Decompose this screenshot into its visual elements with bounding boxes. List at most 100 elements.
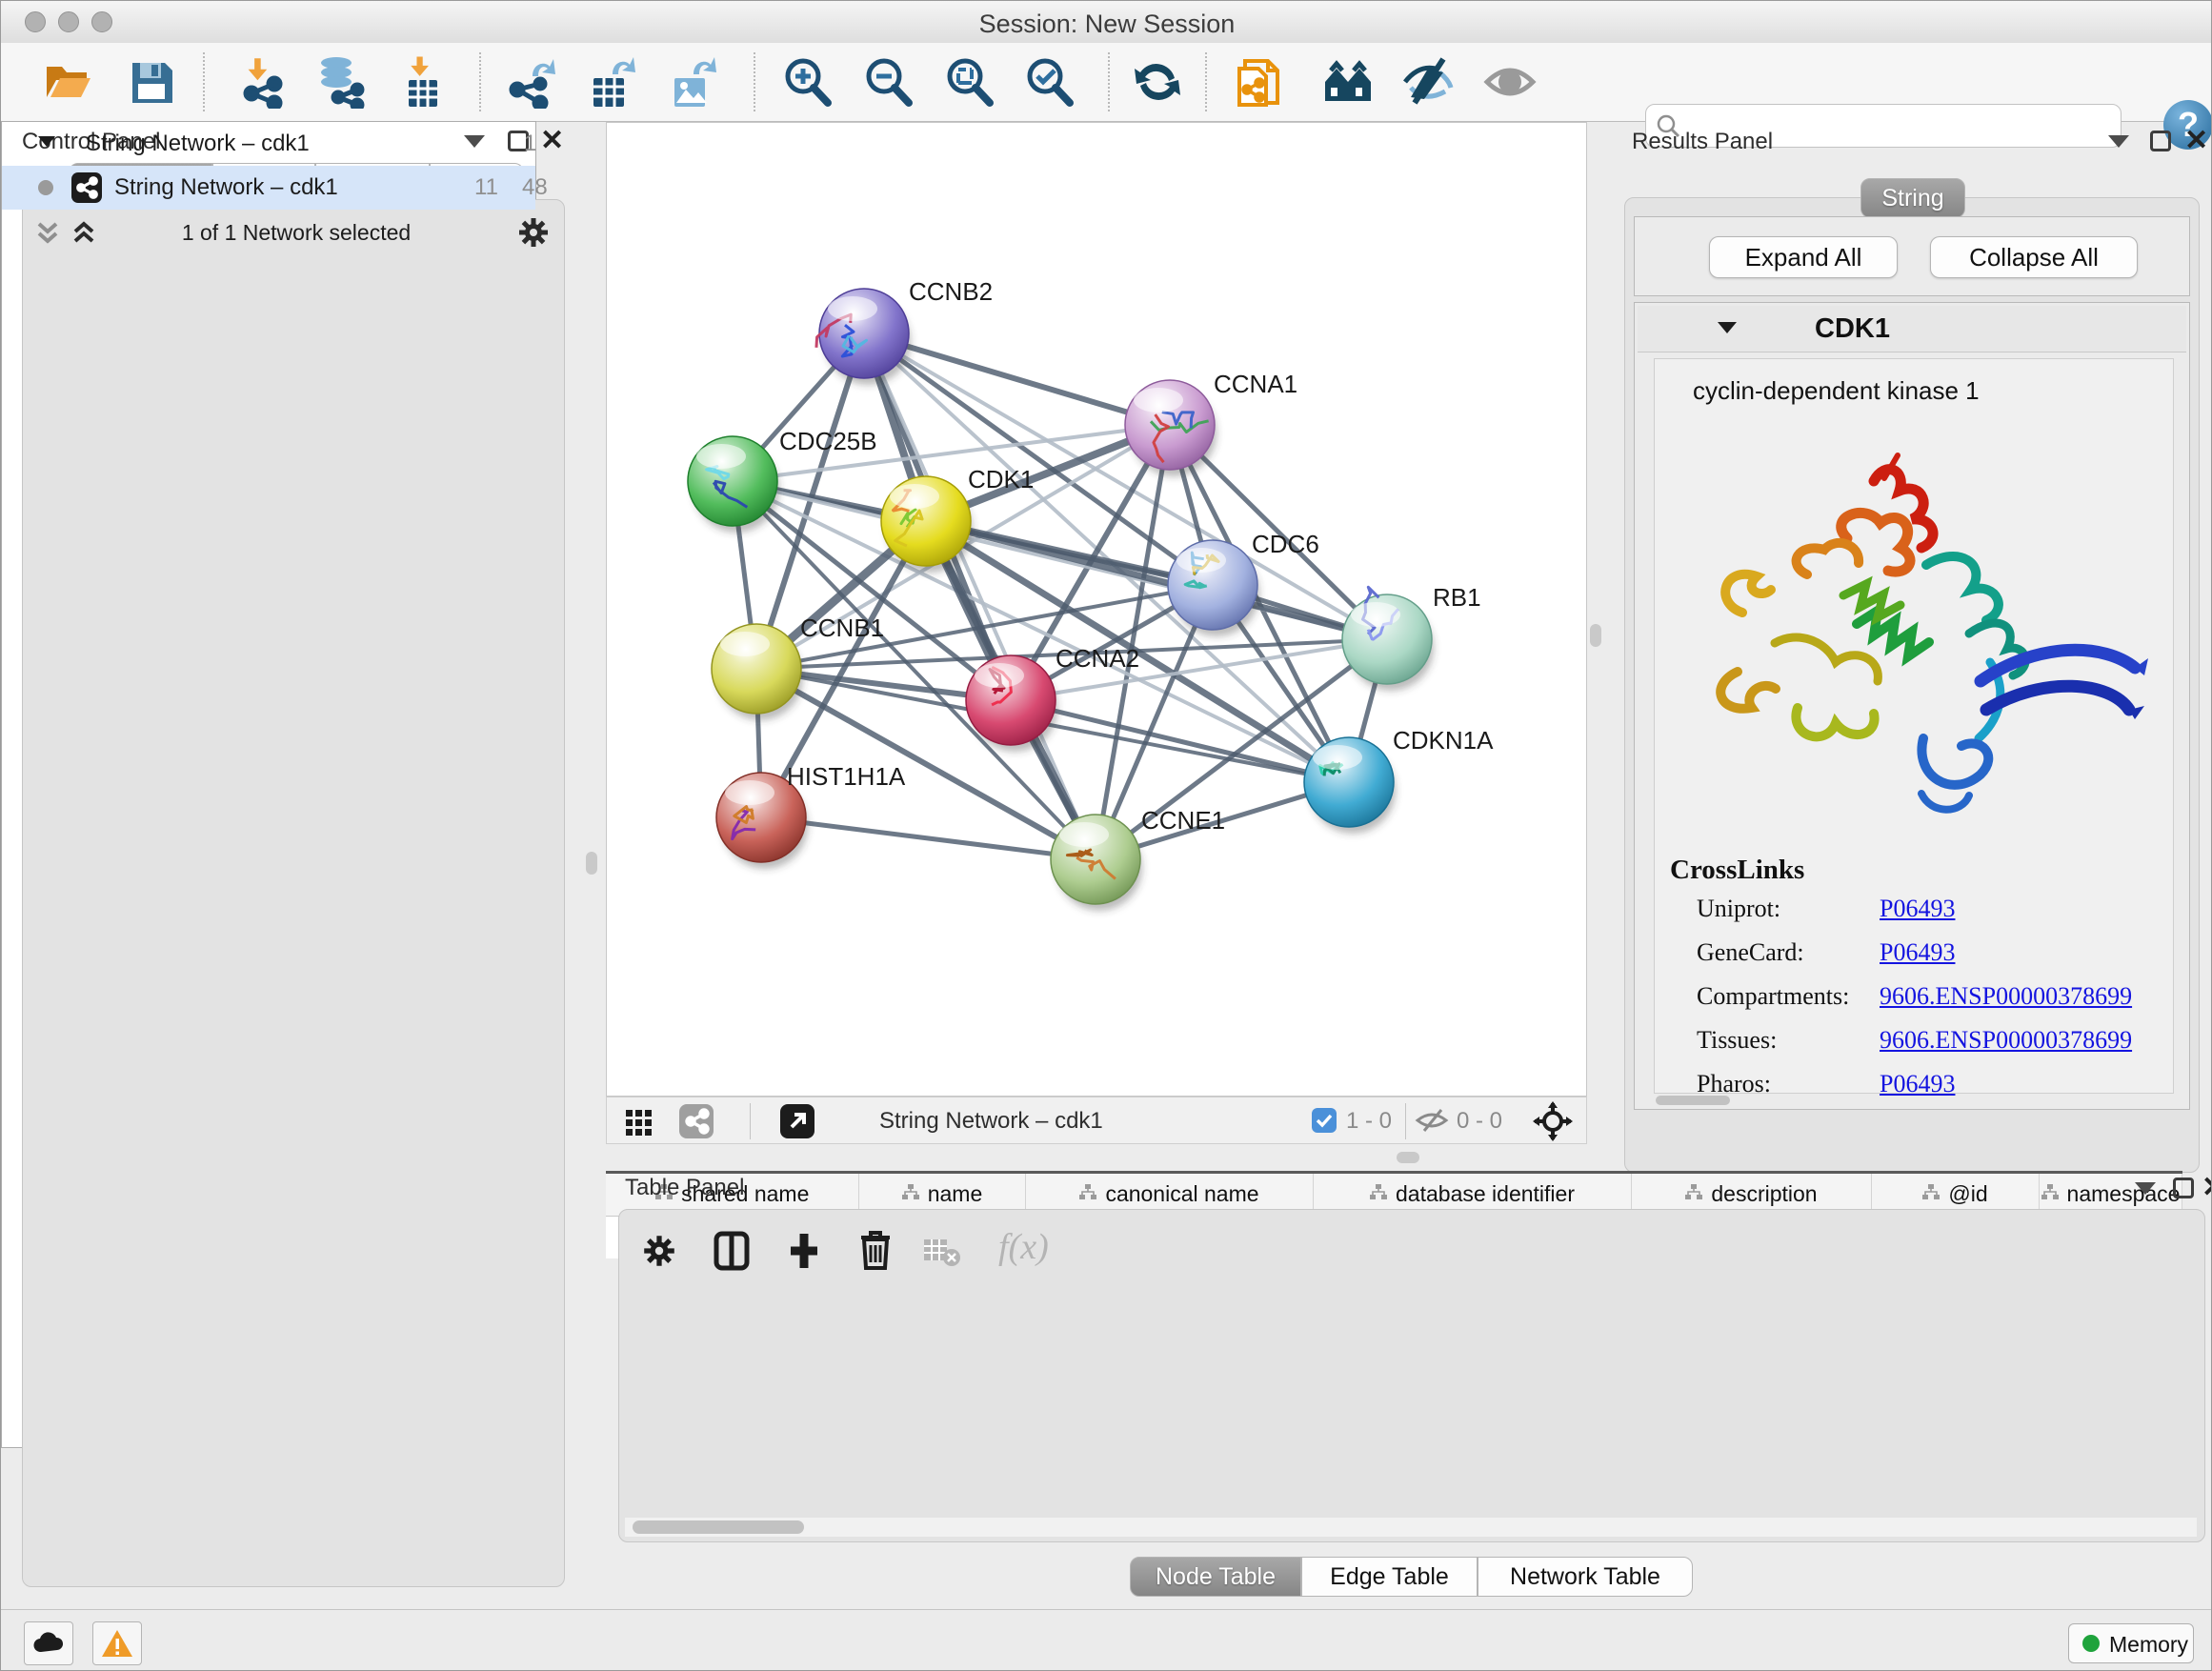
collection-expand-icon[interactable] [38,136,55,147]
expand-all-button[interactable]: Expand All [1709,236,1898,278]
collection-count: 1 [524,131,536,157]
network-node-label: CCNA1 [1214,370,1297,398]
add-column-icon[interactable] [783,1230,825,1277]
table-gear-icon[interactable] [640,1232,678,1275]
export-table-icon[interactable] [584,55,637,109]
table-panel-close-icon[interactable]: ✕ [2202,1178,2212,1198]
gene-header-row[interactable]: CDK1 [1638,306,2186,352]
results-panel-menu-icon[interactable] [2108,135,2129,148]
network-options-gear-icon[interactable] [515,214,552,255]
birdseye-toggle-icon[interactable] [1533,1101,1573,1146]
left-splitter-handle[interactable] [586,852,597,875]
zoom-out-icon[interactable] [861,55,915,109]
open-in-new-window-icon[interactable] [780,1104,814,1138]
network-node-CDC6[interactable]: CDC6 [1168,530,1319,636]
crosslink-tissues-link[interactable]: 9606.ENSP00000378699 [1880,1026,2132,1055]
crosslink-label: Pharos: [1697,1070,1771,1098]
results-hscroll-thumb[interactable] [1656,1096,1730,1105]
network-node-RB1[interactable]: RB1 [1342,583,1481,691]
show-column-icon[interactable] [711,1230,753,1277]
collapse-all-button[interactable]: Collapse All [1930,236,2138,278]
toolbar-separator [203,52,205,111]
network-canvas[interactable]: CCNB2CCNA1CDC25BCDK1CDC6RB1CCNB1CCNA2CDK… [606,122,1587,1097]
export-image-icon[interactable] [665,55,718,109]
crosslinks-title: CrossLinks [1670,855,1804,886]
open-session-icon[interactable] [41,55,94,109]
table-hscroll-thumb[interactable] [633,1520,804,1534]
control-panel: Control Panel ✕ Network Style Select Set… [1,121,592,1609]
new-network-from-selection-icon[interactable] [1236,55,1289,109]
network-share-icon[interactable] [679,1104,714,1138]
zoom-in-icon[interactable] [780,55,834,109]
gene-detail-box: cyclin-dependent kinase 1 [1654,358,2174,1094]
crosslink-label: Compartments: [1697,982,1849,1011]
current-network-dot-icon [38,180,53,195]
main-toolbar: ? [1,43,2212,122]
network-node-CDKN1A[interactable]: CDKN1A [1304,726,1494,834]
network-node-HIST1H1A[interactable]: HIST1H1A [716,762,906,869]
network-row-selected[interactable]: String Network – cdk1 11 48 [2,166,535,210]
network-node-CCNA1[interactable]: CCNA1 [1125,370,1297,476]
network-node-count: 11 [474,174,498,201]
network-view-title: String Network – cdk1 [879,1108,1103,1135]
results-panel-close-icon[interactable]: ✕ [2184,131,2208,151]
results-panel: Results Panel ✕ String Expand All Collap… [1611,121,2212,1173]
refresh-layout-icon[interactable] [1131,55,1184,109]
tab-string[interactable]: String [1860,178,1965,218]
network-collection-row[interactable]: String Network – cdk1 1 [2,122,535,166]
network-node-label: CCNE1 [1141,806,1225,835]
hidden-counts: 0 - 0 [1457,1108,1502,1135]
cloud-status-button[interactable] [24,1621,73,1665]
crosslink-label: Uniprot: [1697,895,1780,923]
results-panel-title: Results Panel [1632,129,1773,155]
tab-network-table[interactable]: Network Table [1478,1557,1693,1597]
toolbar-separator [754,52,755,111]
table-panel-float-icon[interactable] [2173,1178,2194,1198]
cytoscape-window: Session: New Session [0,0,2212,1671]
import-network-from-file-icon[interactable] [234,55,288,109]
network-node-label: HIST1H1A [787,762,906,791]
network-label: String Network – cdk1 [114,174,338,201]
network-node-CDC25B[interactable]: CDC25B [688,427,877,533]
tab-node-table[interactable]: Node Table [1130,1557,1301,1597]
table-hscrollbar[interactable] [625,1518,2197,1537]
crosslink-pharos-link[interactable]: P06493 [1880,1070,1955,1098]
network-selection-status: 1 of 1 Network selected [106,220,487,246]
network-node-label: CCNB1 [800,614,884,642]
results-panel-float-icon[interactable] [2150,131,2171,151]
birdseye-grid-icon[interactable] [624,1106,654,1141]
expand-all-networks-icon[interactable] [68,216,100,253]
memory-status-icon [2082,1635,2100,1652]
import-table-from-file-icon[interactable] [395,55,449,109]
zoom-selected-icon[interactable] [1022,55,1076,109]
selected-checkbox-icon[interactable] [1312,1108,1337,1133]
collapse-all-networks-icon[interactable] [31,216,64,253]
network-node-CCNE1[interactable]: CCNE1 [1051,806,1225,911]
zoom-fit-icon[interactable] [942,55,995,109]
network-view-toolbar: String Network – cdk1 1 - 0 0 - 0 [606,1097,1587,1144]
export-network-icon[interactable] [504,55,557,109]
hide-selected-icon[interactable] [1401,55,1455,109]
show-all-icon[interactable] [1483,55,1537,109]
toolbar-separator [1205,52,1207,111]
save-session-icon[interactable] [125,55,178,109]
network-edge-HIST1H1A-CCNE1[interactable] [761,817,1096,859]
table-panel-menu-icon[interactable] [2135,1182,2156,1195]
bottom-splitter-handle[interactable] [1397,1152,1419,1163]
first-neighbors-icon[interactable] [1321,55,1375,109]
crosslink-genecard-link[interactable]: P06493 [1880,938,1955,967]
warning-status-button[interactable] [92,1621,142,1665]
gene-collapse-icon[interactable] [1718,322,1737,333]
selected-counts: 1 - 0 [1346,1108,1392,1135]
control-panel-close-icon[interactable]: ✕ [540,131,564,151]
crosslink-uniprot-link[interactable]: P06493 [1880,895,1955,923]
toolbar-separator [1108,52,1110,111]
delete-column-icon[interactable] [855,1228,895,1277]
tab-edge-table[interactable]: Edge Table [1301,1557,1478,1597]
import-network-from-database-icon[interactable] [313,55,367,109]
memory-button[interactable]: Memory [2068,1623,2194,1663]
right-splitter-handle[interactable] [1590,624,1601,647]
gene-section: CDK1 cyclin-dependent kinase 1 [1634,302,2190,1110]
crosslink-compartments-link[interactable]: 9606.ENSP00000378699 [1880,982,2132,1011]
delete-table-icon [922,1238,960,1273]
